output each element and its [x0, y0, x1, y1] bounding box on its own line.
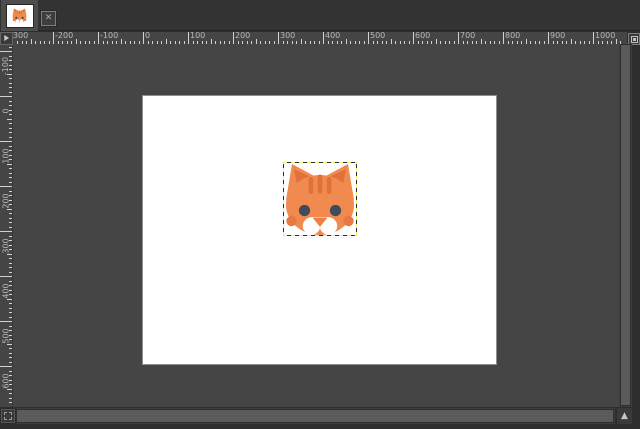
ruler-label: 600	[415, 32, 430, 40]
horizontal-scrollbar[interactable]	[16, 408, 615, 424]
vertical-scrollbar[interactable]	[619, 44, 632, 407]
ruler-tick	[9, 362, 12, 363]
cat-face-icon	[12, 8, 27, 23]
ruler-label: 200	[235, 32, 250, 40]
ruler-tick	[0, 366, 12, 367]
ruler-tick	[9, 227, 12, 228]
ruler-label: 500	[370, 32, 385, 40]
ruler-tick	[9, 218, 12, 219]
ruler-label: -300	[13, 32, 28, 40]
ruler-tick	[9, 87, 12, 88]
layer-boundary-left	[283, 162, 284, 236]
ruler-label: 300	[280, 32, 295, 40]
ruler-label: 200	[0, 188, 13, 214]
ruler-tick	[9, 222, 12, 223]
ruler-tick	[9, 407, 12, 408]
ruler-tick	[53, 32, 54, 44]
ruler-label: 0	[145, 32, 150, 40]
ruler-label: 100	[190, 32, 205, 40]
quick-mask-button[interactable]	[1, 409, 15, 423]
ruler-tick	[9, 272, 12, 273]
tab-close-icon[interactable]: ✕	[41, 11, 56, 26]
ruler-label: 600	[0, 368, 13, 394]
gimp-window: ✕ ▶ -300 -200 -100 0 100 200 300 400 500 600 700 80…	[0, 0, 640, 429]
navigation-button[interactable]: ▲	[617, 408, 632, 424]
ruler-tick	[188, 32, 189, 44]
ruler-label: 900	[550, 32, 565, 40]
image-tab-strip: ✕	[0, 0, 640, 31]
ruler-tick	[0, 51, 12, 52]
ruler-tick	[9, 47, 12, 48]
layer-boundary-right	[356, 162, 357, 236]
canvas-viewport[interactable]	[13, 44, 619, 407]
ruler-tick	[233, 32, 234, 44]
ruler-label: 0	[0, 98, 13, 124]
ruler-tick	[9, 92, 12, 93]
cat-image-thumbnail	[7, 5, 33, 27]
ruler-label: 1000	[595, 32, 615, 40]
ruler-tick	[9, 317, 12, 318]
ruler-tick	[98, 32, 99, 44]
ruler-label: 800	[505, 32, 520, 40]
ruler-tick	[9, 398, 12, 399]
zoom-follow-window-icon	[631, 36, 638, 43]
ruler-tick	[458, 32, 459, 44]
ruler-tick	[593, 32, 594, 44]
layer-boundary-bottom	[283, 235, 357, 236]
ruler-tick	[0, 96, 12, 97]
ruler-tick	[9, 173, 12, 174]
ruler-label: 100	[0, 143, 13, 169]
ruler-tick	[0, 141, 12, 142]
ruler-tick	[0, 231, 12, 232]
cat-face-image	[283, 162, 357, 236]
ruler-tick	[323, 32, 324, 44]
ruler-tick	[368, 32, 369, 44]
ruler-tick	[548, 32, 549, 44]
ruler-tick	[0, 321, 12, 322]
ruler-tick	[9, 128, 12, 129]
canvas[interactable]	[143, 96, 496, 364]
canvas-menu-button[interactable]: ▶	[0, 32, 13, 45]
ruler-tick	[143, 32, 144, 44]
ruler-tick	[0, 186, 12, 187]
ruler-tick	[9, 137, 12, 138]
ruler-tick	[9, 182, 12, 183]
ruler-tick	[413, 32, 414, 44]
ruler-label: 500	[0, 323, 13, 349]
horizontal-scrollbar-thumb[interactable]	[16, 409, 614, 423]
navigation-arrow-icon: ▲	[621, 412, 628, 421]
ruler-tick	[9, 402, 12, 403]
ruler-tick	[9, 267, 12, 268]
ruler-label: -100	[0, 53, 13, 79]
cat-face-layer[interactable]	[283, 162, 357, 236]
ruler-tick	[9, 263, 12, 264]
ruler-tick	[9, 357, 12, 358]
ruler-tick	[278, 32, 279, 44]
ruler-tick	[9, 177, 12, 178]
ruler-tick	[503, 32, 504, 44]
ruler-tick	[0, 276, 12, 277]
ruler-label: 300	[0, 233, 13, 259]
ruler-label: -200	[55, 32, 73, 40]
ruler-label: 700	[460, 32, 475, 40]
vertical-scrollbar-thumb[interactable]	[620, 44, 631, 406]
ruler-label: -100	[100, 32, 118, 40]
ruler-tick	[9, 308, 12, 309]
vertical-ruler[interactable]: -100 0 100 200 300 400 500 600	[0, 45, 13, 407]
ruler-tick	[9, 132, 12, 133]
ruler-label: 400	[325, 32, 340, 40]
ruler-tick	[9, 83, 12, 84]
quick-mask-icon	[4, 412, 12, 420]
layer-boundary-top	[283, 162, 357, 163]
ruler-label: 400	[0, 278, 13, 304]
ruler-tick	[9, 353, 12, 354]
menu-triangle-icon: ▶	[4, 35, 9, 43]
ruler-tick	[9, 312, 12, 313]
tab-cat-image[interactable]	[1, 0, 38, 31]
